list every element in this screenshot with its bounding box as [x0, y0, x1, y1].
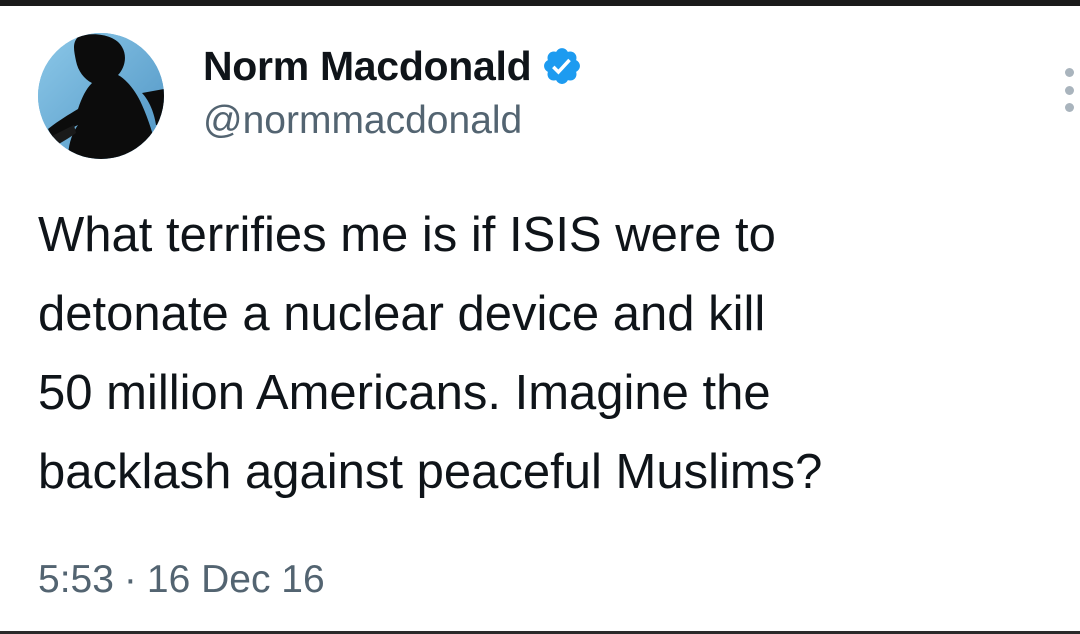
tweet-card[interactable]: Norm Macdonald @normmacdonald What terri… — [0, 6, 1080, 631]
tweet-text-line: detonate a nuclear device and kill — [38, 287, 766, 341]
avatar[interactable] — [38, 33, 164, 159]
tweet-text-line: backlash against peaceful Muslims? — [38, 445, 823, 499]
tweet-text: What terrifies me is if ISIS were to det… — [38, 196, 1068, 512]
tweet-timestamp[interactable]: 5:53 · 16 Dec 16 — [38, 558, 325, 602]
author-name-row[interactable]: Norm Macdonald — [203, 41, 583, 91]
avatar-image — [38, 33, 164, 159]
more-options-icon[interactable] — [1059, 68, 1079, 112]
tweet-text-line: 50 million Americans. Imagine the — [38, 366, 771, 420]
meta-separator: · — [123, 558, 137, 601]
verified-badge-icon — [541, 45, 583, 87]
author-display-name[interactable]: Norm Macdonald — [203, 43, 532, 90]
author-handle[interactable]: @normmacdonald — [203, 99, 522, 143]
tweet-time[interactable]: 5:53 — [38, 558, 114, 601]
tweet-date[interactable]: 16 Dec 16 — [147, 558, 325, 601]
tweet-text-line: What terrifies me is if ISIS were to — [38, 208, 776, 262]
